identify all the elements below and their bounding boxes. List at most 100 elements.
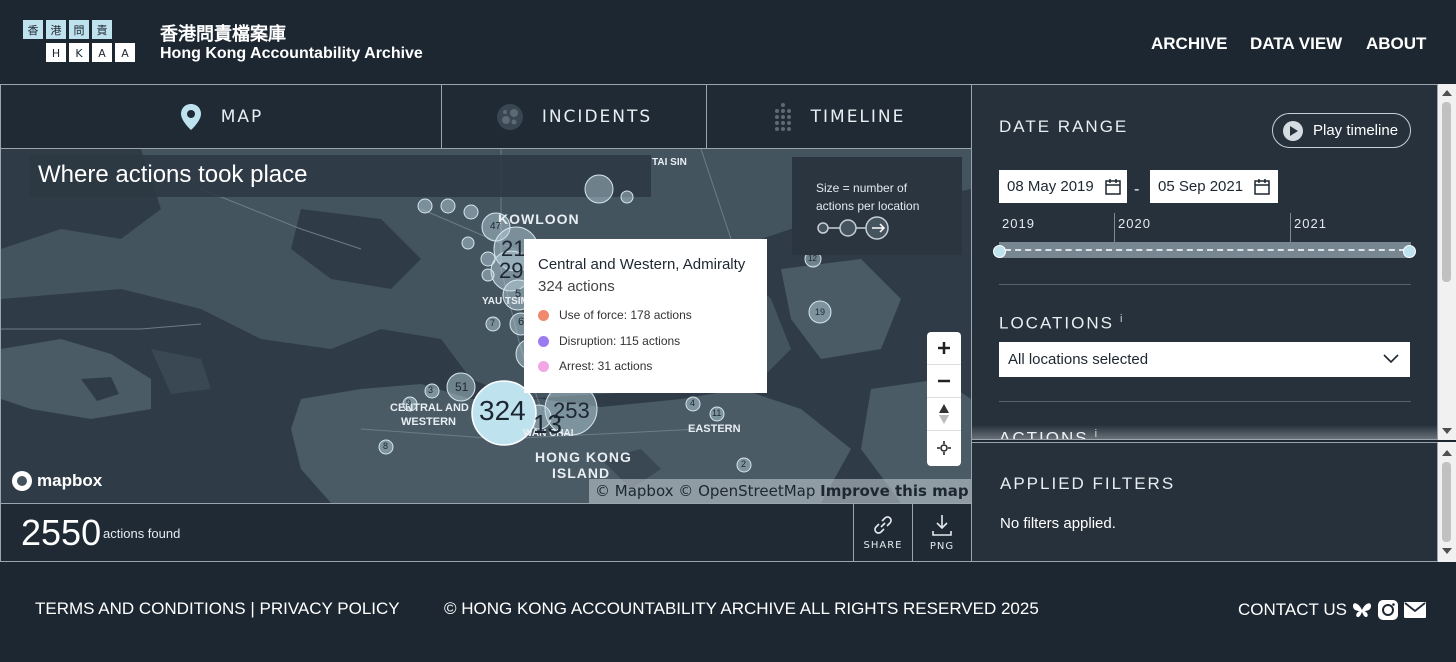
share-label: SHARE — [863, 540, 903, 551]
cluster-count[interactable]: 5 — [515, 288, 521, 300]
map-label-yau-tsim: YAU TSIM — [482, 296, 529, 307]
date-separator: - — [1134, 180, 1140, 198]
cluster-bubble[interactable] — [461, 236, 475, 250]
improve-map-link[interactable]: Improve this map — [820, 482, 968, 500]
cluster-bubble[interactable] — [481, 268, 495, 282]
hkaa-logo[interactable]: 香 港 問 責 H K A A — [22, 19, 138, 65]
main-panel: MAP INCIDENTS TIMELINE Where actions too… — [0, 84, 972, 562]
cluster-count[interactable]: 12 — [808, 254, 817, 263]
calendar-icon[interactable] — [1253, 178, 1271, 196]
tooltip-row-disruption: Disruption: 115 actions — [538, 334, 680, 348]
disruption-dot-icon — [538, 335, 549, 347]
map-attribution: © Mapbox © OpenStreetMap Improve this ma… — [589, 479, 971, 503]
tab-map[interactable]: MAP — [1, 85, 442, 148]
minus-icon — [938, 379, 950, 383]
tooltip-row-label: Use of force: 178 actions — [559, 308, 692, 322]
year-label: 2019 — [1002, 216, 1035, 231]
brand-name-en[interactable]: Hong Kong Accountability Archive — [160, 45, 423, 63]
arrest-dot-icon — [538, 360, 549, 372]
contact-area: CONTACT US — [1238, 599, 1427, 621]
applied-filters-panel: APPLIED FILTERS No filters applied. — [972, 442, 1438, 562]
cluster-count[interactable]: 2 — [741, 459, 746, 469]
bubbles-icon — [496, 103, 523, 130]
dot-grid-icon — [774, 102, 791, 131]
cluster-count[interactable]: 324 — [479, 395, 526, 427]
cluster-bubble[interactable] — [417, 198, 433, 214]
logo-char: K — [68, 42, 90, 63]
brand-name-zh[interactable]: 香港問責檔案庫 — [160, 20, 286, 46]
map-canvas[interactable]: Where actions took place KOWLOON YAU TSI… — [1, 149, 971, 503]
nav-about[interactable]: ABOUT — [1366, 34, 1426, 54]
cluster-count[interactable]: 9 — [406, 398, 411, 408]
download-png-button[interactable]: PNG — [912, 504, 971, 561]
plus-icon — [938, 342, 950, 354]
zoom-in-button[interactable] — [927, 332, 961, 365]
end-date-input[interactable]: 05 Sep 2021 — [1150, 170, 1278, 203]
compass-icon — [939, 404, 949, 424]
map-pin-icon — [180, 103, 201, 130]
cluster-count[interactable]: 11 — [712, 408, 721, 418]
mapbox-logo[interactable]: mapbox — [11, 470, 102, 492]
map-label-hk-island: HONG KONG — [535, 449, 632, 465]
calendar-icon[interactable] — [1104, 178, 1122, 196]
scroll-thumb[interactable] — [1442, 102, 1451, 282]
cluster-count[interactable]: 3 — [428, 385, 433, 395]
scroll-up-icon[interactable] — [1442, 90, 1452, 96]
logo-char: 港 — [45, 19, 67, 40]
filters-scrollbar[interactable] — [1438, 84, 1456, 440]
cluster-count[interactable]: 7 — [490, 318, 495, 328]
date-range-title: DATE RANGE — [999, 117, 1129, 136]
logo-char: A — [114, 42, 136, 63]
legend-line-1: Size = number of — [816, 181, 908, 195]
results-bar: 2550 actions found SHARE PNG — [1, 503, 971, 561]
email-icon[interactable] — [1403, 600, 1427, 620]
info-icon[interactable]: i — [1120, 313, 1124, 325]
logo-char: 責 — [91, 19, 113, 40]
cluster-count[interactable]: 253 — [553, 398, 590, 424]
locations-select[interactable]: All locations selected — [999, 342, 1410, 377]
cluster-count[interactable]: 19 — [815, 307, 825, 317]
nav-data-view[interactable]: DATA VIEW — [1250, 34, 1342, 54]
reset-bearing-button[interactable] — [927, 398, 961, 431]
tab-timeline[interactable]: TIMELINE — [707, 85, 971, 148]
map-label-eastern: EASTERN — [688, 423, 741, 435]
link-icon — [874, 516, 892, 534]
cluster-bubble[interactable] — [620, 190, 634, 204]
cluster-count[interactable]: 51 — [455, 380, 468, 394]
map-label-central: CENTRAL AND — [390, 402, 469, 414]
locations-title: LOCATIONS i — [999, 313, 1124, 334]
nav-archive[interactable]: ARCHIVE — [1151, 34, 1228, 54]
tab-incidents[interactable]: INCIDENTS — [442, 85, 707, 148]
tab-label: INCIDENTS — [541, 106, 653, 127]
cluster-count[interactable]: 29 — [499, 258, 523, 284]
instagram-icon[interactable] — [1377, 599, 1399, 621]
butterfly-icon[interactable] — [1351, 600, 1373, 620]
map-label-kowloon: KOWLOON — [498, 211, 580, 227]
cluster-count[interactable]: 47 — [490, 221, 501, 232]
zoom-out-button[interactable] — [927, 365, 961, 398]
play-timeline-button[interactable]: Play timeline — [1272, 113, 1411, 148]
share-button[interactable]: SHARE — [853, 504, 912, 561]
cluster-bubble[interactable] — [440, 198, 456, 214]
date-slider-start-handle[interactable] — [993, 245, 1006, 258]
attribution-links[interactable]: © Mapbox © OpenStreetMap — [595, 482, 815, 500]
start-date-value: 08 May 2019 — [1007, 178, 1094, 195]
logo-char: A — [91, 42, 113, 63]
start-date-input[interactable]: 08 May 2019 — [999, 170, 1127, 203]
contact-link[interactable]: CONTACT US — [1238, 600, 1347, 620]
scroll-down-icon[interactable] — [1442, 428, 1452, 434]
cluster-bubble[interactable] — [463, 204, 479, 220]
cluster-count[interactable]: 4 — [690, 398, 695, 408]
date-slider-end-handle[interactable] — [1403, 245, 1416, 258]
scroll-thumb[interactable] — [1442, 462, 1451, 542]
geolocate-button[interactable] — [927, 431, 961, 464]
tooltip-row-arrest: Arrest: 31 actions — [538, 359, 652, 373]
cluster-count[interactable]: 8 — [383, 441, 388, 451]
logo-char: H — [45, 42, 67, 63]
terms-privacy-links[interactable]: TERMS AND CONDITIONS | PRIVACY POLICY — [35, 599, 400, 619]
cluster-bubble[interactable] — [480, 251, 496, 267]
cluster-bubble[interactable] — [584, 174, 614, 204]
scroll-down-icon[interactable] — [1442, 548, 1452, 554]
scroll-up-icon[interactable] — [1442, 450, 1452, 456]
applied-filters-scrollbar[interactable] — [1438, 442, 1456, 562]
